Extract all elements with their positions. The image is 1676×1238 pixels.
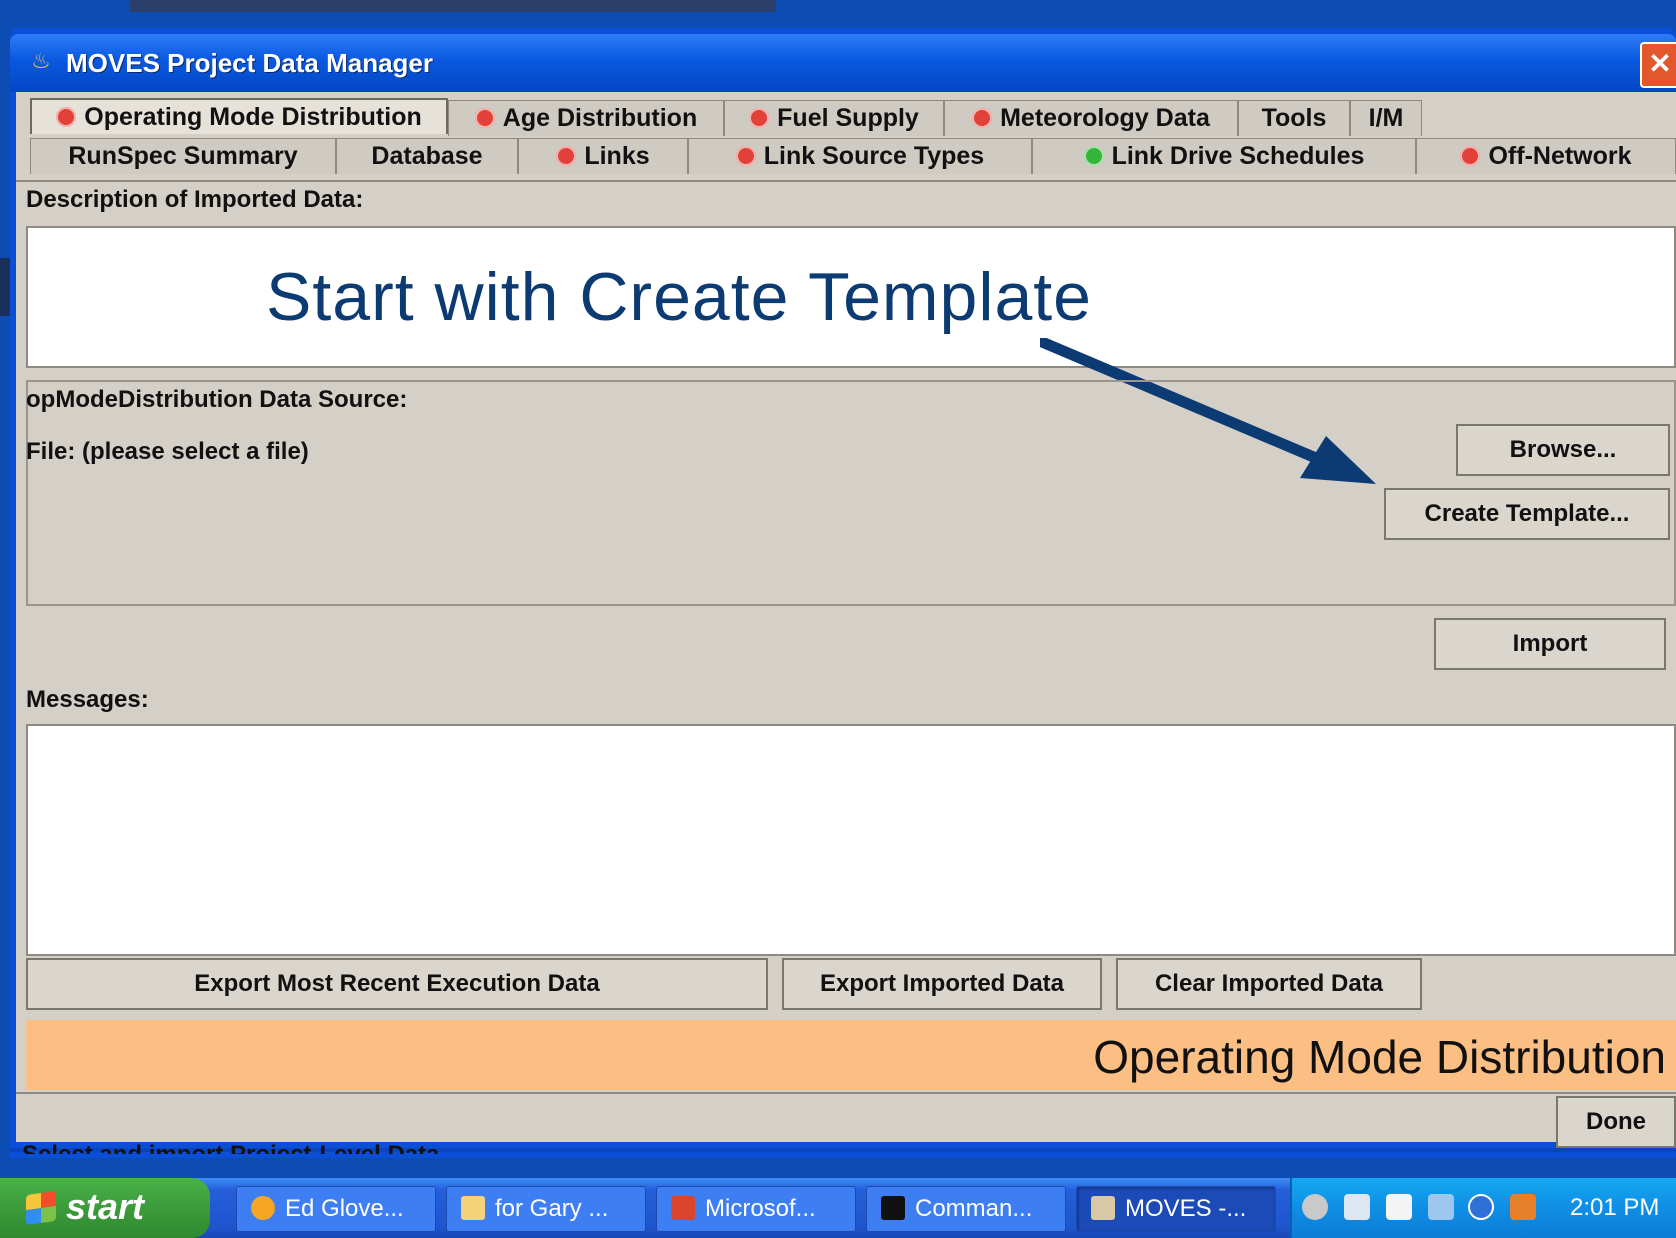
- network-icon[interactable]: [1428, 1194, 1454, 1220]
- error-icon: [735, 146, 756, 166]
- clock: 2:01 PM: [1570, 1194, 1660, 1221]
- error-icon: [556, 146, 577, 166]
- tab-divider: [16, 180, 1676, 182]
- console-icon: [881, 1196, 905, 1220]
- status-divider: [16, 1092, 1676, 1094]
- messages-label: Messages:: [26, 686, 149, 713]
- export-imported-button[interactable]: Export Imported Data: [782, 958, 1102, 1010]
- error-icon: [972, 108, 993, 128]
- keyboard-icon[interactable]: [1344, 1194, 1370, 1220]
- import-button[interactable]: Import: [1434, 618, 1666, 670]
- clear-imported-button[interactable]: Clear Imported Data: [1116, 958, 1422, 1010]
- tab-link-drive-schedules[interactable]: Link Drive Schedules: [1032, 138, 1416, 174]
- browse-button[interactable]: Browse...: [1456, 424, 1670, 476]
- tab-link-source-types[interactable]: Link Source Types: [688, 138, 1032, 174]
- error-icon: [1460, 146, 1481, 166]
- create-template-button[interactable]: Create Template...: [1384, 488, 1670, 540]
- tab-runspec-summary[interactable]: RunSpec Summary: [30, 138, 336, 174]
- tab-off-network[interactable]: Off-Network: [1416, 138, 1676, 174]
- error-icon: [749, 108, 770, 128]
- error-icon: [56, 107, 77, 127]
- status-bar-text: Select and import Project-Level Data: [22, 1140, 439, 1154]
- tab-age-distribution[interactable]: Age Distribution: [448, 100, 724, 136]
- folder-icon: [461, 1196, 485, 1220]
- powerpoint-icon: [671, 1196, 695, 1220]
- tab-links[interactable]: Links: [518, 138, 688, 174]
- chevron-left-icon[interactable]: [1468, 1194, 1494, 1220]
- taskbar-item-folder[interactable]: for Gary ...: [446, 1186, 646, 1232]
- error-icon: [474, 108, 495, 128]
- taskbar-item-powerpoint[interactable]: Microsof...: [656, 1186, 856, 1232]
- start-button[interactable]: start: [0, 1178, 210, 1238]
- java-cup-icon: ♨: [31, 48, 51, 73]
- data-source-label: opModeDistribution Data Source:: [26, 386, 408, 413]
- taskbar-item-browser[interactable]: Ed Glove...: [236, 1186, 436, 1232]
- export-most-recent-button[interactable]: Export Most Recent Execution Data: [26, 958, 768, 1010]
- window-title: MOVES Project Data Manager: [66, 48, 433, 78]
- tab-operating-mode-distribution[interactable]: Operating Mode Distribution: [30, 98, 448, 134]
- tab-fuel-supply[interactable]: Fuel Supply: [724, 100, 944, 136]
- pen-icon[interactable]: [1302, 1194, 1328, 1220]
- section-banner-text: Operating Mode Distribution: [1093, 1031, 1666, 1083]
- taskbar-item-console[interactable]: Comman...: [866, 1186, 1066, 1232]
- file-label: File: (please select a file): [26, 438, 309, 465]
- messages-textarea[interactable]: [26, 724, 1676, 956]
- taskbar-item-moves[interactable]: MOVES -...: [1076, 1186, 1276, 1232]
- java-update-icon[interactable]: [1510, 1194, 1536, 1220]
- background-strip: [130, 0, 776, 12]
- tab-im[interactable]: I/M: [1350, 100, 1422, 136]
- annotation-text: Start with Create Template: [266, 259, 1092, 335]
- close-icon: ✕: [1648, 48, 1672, 79]
- description-label: Description of Imported Data:: [26, 186, 364, 213]
- close-button[interactable]: ✕: [1640, 42, 1676, 88]
- tab-meteorology-data[interactable]: Meteorology Data: [944, 100, 1238, 136]
- tab-database[interactable]: Database: [336, 138, 518, 174]
- done-button[interactable]: Done: [1556, 1096, 1676, 1148]
- windows-logo-icon: [26, 1190, 56, 1226]
- help-icon[interactable]: [1386, 1194, 1412, 1220]
- check-icon: [1083, 146, 1104, 166]
- java-icon: [1091, 1196, 1115, 1220]
- browser-icon: [251, 1196, 275, 1220]
- tab-tools[interactable]: Tools: [1238, 100, 1350, 136]
